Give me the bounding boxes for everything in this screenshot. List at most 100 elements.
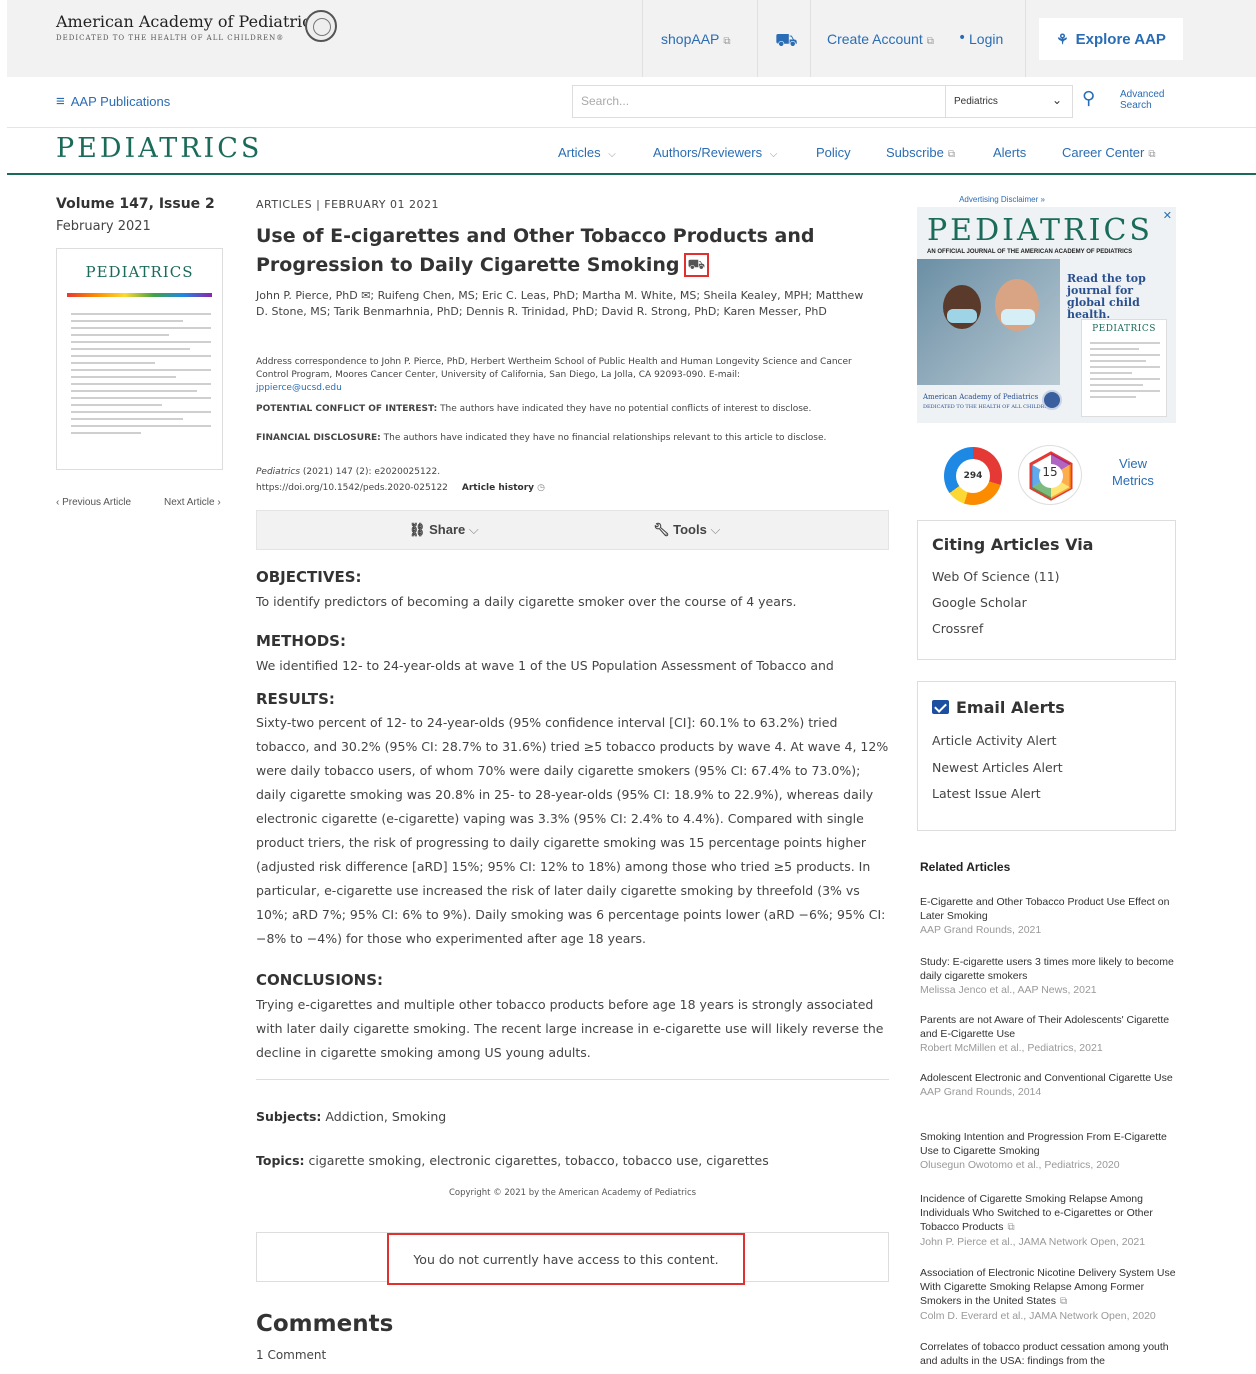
nav-policy[interactable]: Policy [816,145,851,160]
journal-title[interactable]: PEDIATRICS [56,133,262,164]
objectives-heading: OBJECTIVES: [256,568,362,586]
aap-logo[interactable]: American Academy of Pediatrics DEDICATED… [56,12,319,42]
article-history-toggle[interactable]: Article history ◷ [462,483,545,493]
previous-article-link[interactable]: ‹ Previous Article [56,497,131,508]
search-scope-select[interactable]: Pediatrics ⌄ [946,85,1073,118]
related-article[interactable]: E-Cigarette and Other Tobacco Product Us… [920,895,1176,937]
comments-count[interactable]: 1 Comment [256,1348,326,1362]
conclusions-text: Trying e-cigarettes and multiple other t… [256,997,884,1060]
related-source: Melissa Jenco et al., AAP News, 2021 [920,984,1097,996]
nav-alerts[interactable]: Alerts [993,145,1026,160]
author-list[interactable]: John P. Pierce, PhD ✉; Ruifeng Chen, MS;… [256,288,876,320]
nav-career-center[interactable]: Career Center ⧉ [1062,145,1156,160]
chevron-down-icon: ⌵ [769,149,778,160]
ad-title: PEDIATRICS [927,213,1153,248]
search-input[interactable]: Search... [572,85,946,118]
next-article-link[interactable]: Next Article › [164,497,221,508]
topics-links[interactable]: cigarette smoking, electronic cigarettes… [309,1153,769,1168]
divider [642,0,643,77]
subjects-links[interactable]: Addiction, Smoking [325,1109,446,1124]
correspondence-text: Address correspondence to John P. Pierce… [256,357,852,380]
search-scope-value: Pediatrics [954,96,998,107]
citation-rest: (2021) 147 (2): e2020025122. [300,467,441,477]
nav-subscribe[interactable]: Subscribe ⧉ [886,145,955,160]
purchase-cart-icon[interactable]: ⛟ [683,253,710,277]
article-title: Use of E-cigarettes and Other Tobacco Pr… [256,222,896,280]
related-source: AAP Grand Rounds, 2021 [920,924,1042,936]
email-link[interactable]: jppierce@ucsd.edu [256,383,342,393]
comments-heading: Comments [256,1311,394,1337]
tools-button[interactable]: 🔧︎ Tools ⌵ [653,522,720,538]
related-article[interactable]: Correlates of tobacco product cessation … [920,1340,1176,1368]
explore-aap-button[interactable]: ⚘ Explore AAP [1039,18,1183,60]
article-title-text: Use of E-cigarettes and Other Tobacco Pr… [256,225,815,276]
issue-cover[interactable]: PEDIATRICS [56,248,223,470]
related-source: Colm D. Everard et al., JAMA Network Ope… [920,1310,1156,1322]
methods-heading: METHODS: [256,632,346,650]
divider [757,0,758,77]
login-link[interactable]: Login [969,31,1003,47]
fin-label: FINANCIAL DISCLOSURE: [256,433,381,443]
related-source: John P. Pierce et al., JAMA Network Open… [920,1236,1146,1248]
related-article[interactable]: Incidence of Cigarette Smoking Relapse A… [920,1192,1176,1249]
article-kicker: ARTICLES | FEBRUARY 01 2021 [256,198,439,211]
divider [810,0,811,77]
nav-authors-reviewers[interactable]: Authors/Reviewers ⌵ [653,145,777,160]
shopaap-link[interactable]: shopAAP ⧉ [661,31,731,47]
advanced-search-link[interactable]: Advanced Search [1120,89,1164,111]
separator-dot: • [958,30,967,46]
coi-label: POTENTIAL CONFLICT OF INTEREST: [256,404,438,414]
chevron-down-icon: ⌄ [1051,93,1062,107]
correspondence: Address correspondence to John P. Pierce… [256,356,876,395]
related-title: Correlates of tobacco product cessation … [920,1341,1169,1367]
issue-volume[interactable]: Volume 147, Issue 2 [56,196,215,212]
advertising-disclaimer-link[interactable]: Advertising Disclaimer » [917,195,1087,204]
hamburger-icon: ≡ [56,93,65,110]
close-icon[interactable]: ✕ [1163,209,1172,222]
logo-tagline: DEDICATED TO THE HEALTH OF ALL CHILDREN® [56,34,285,42]
logo-org-name: American Academy of Pediatrics [56,12,320,31]
related-article[interactable]: Association of Electronic Nicotine Deliv… [920,1266,1176,1323]
external-link-icon: ⧉ [926,36,934,47]
ad-photo [917,259,1060,385]
dimensions-badge[interactable]: 15 [1018,445,1082,505]
related-article[interactable]: Study: E-cigarette users 3 times more li… [920,955,1176,997]
nav-label: Subscribe [886,145,944,160]
citing-web-of-science[interactable]: Web Of Science (11) [932,569,1060,584]
explore-aap-label: Explore AAP [1075,30,1166,48]
share-icon: ⛓ [409,522,426,537]
cover-color-strip [67,293,212,297]
copyright: Copyright © 2021 by the American Academy… [448,1188,697,1198]
topics: Topics: cigarette smoking, electronic ci… [256,1153,769,1168]
aap-publications-menu[interactable]: ≡ AAP Publications [56,93,170,110]
related-article[interactable]: Parents are not Aware of Their Adolescen… [920,1013,1176,1055]
related-title: E-Cigarette and Other Tobacco Product Us… [920,896,1170,922]
related-article[interactable]: Adolescent Electronic and Conventional C… [920,1071,1176,1099]
alert-latest-issue[interactable]: Latest Issue Alert [932,786,1041,801]
altmetric-badge[interactable]: 294 [944,447,1002,505]
citing-crossref[interactable]: Crossref [932,621,983,636]
citation-journal: Pediatrics [256,467,301,477]
search-icon[interactable]: ⚲ [1082,88,1095,109]
ad-photo-mask [1001,309,1035,325]
alert-newest-articles[interactable]: Newest Articles Alert [932,760,1063,775]
nav-articles[interactable]: Articles ⌵ [558,145,616,160]
related-article[interactable]: Smoking Intention and Progression From E… [920,1130,1176,1172]
citing-heading: Citing Articles Via [932,535,1094,554]
objectives-text: To identify predictors of becoming a dai… [256,594,797,609]
create-account-link[interactable]: Create Account ⧉ [827,31,934,47]
ad-journal-cover: PEDIATRICS [1081,319,1167,417]
advertisement[interactable]: PEDIATRICS ✕ AN OFFICIAL JOURNAL OF THE … [917,207,1176,423]
alert-article-activity[interactable]: Article Activity Alert [932,733,1057,748]
citing-google-scholar[interactable]: Google Scholar [932,595,1027,610]
share-button[interactable]: ⛓ Share ⌵ [409,522,479,538]
ad-mini-title: PEDIATRICS [1092,324,1156,334]
financial-disclosure: FINANCIAL DISCLOSURE: The authors have i… [256,433,876,443]
email-alerts-heading: Email Alerts [932,698,1065,717]
cart-icon[interactable]: ⛟ [775,30,798,54]
related-title: Incidence of Cigarette Smoking Relapse A… [920,1193,1153,1233]
view-metrics-link[interactable]: View Metrics [1106,455,1160,489]
publications-label: AAP Publications [70,94,171,109]
ad-tagline: Read the top journal for global child he… [1067,272,1146,321]
doi[interactable]: https://doi.org/10.1542/peds.2020-025122 [256,483,448,493]
